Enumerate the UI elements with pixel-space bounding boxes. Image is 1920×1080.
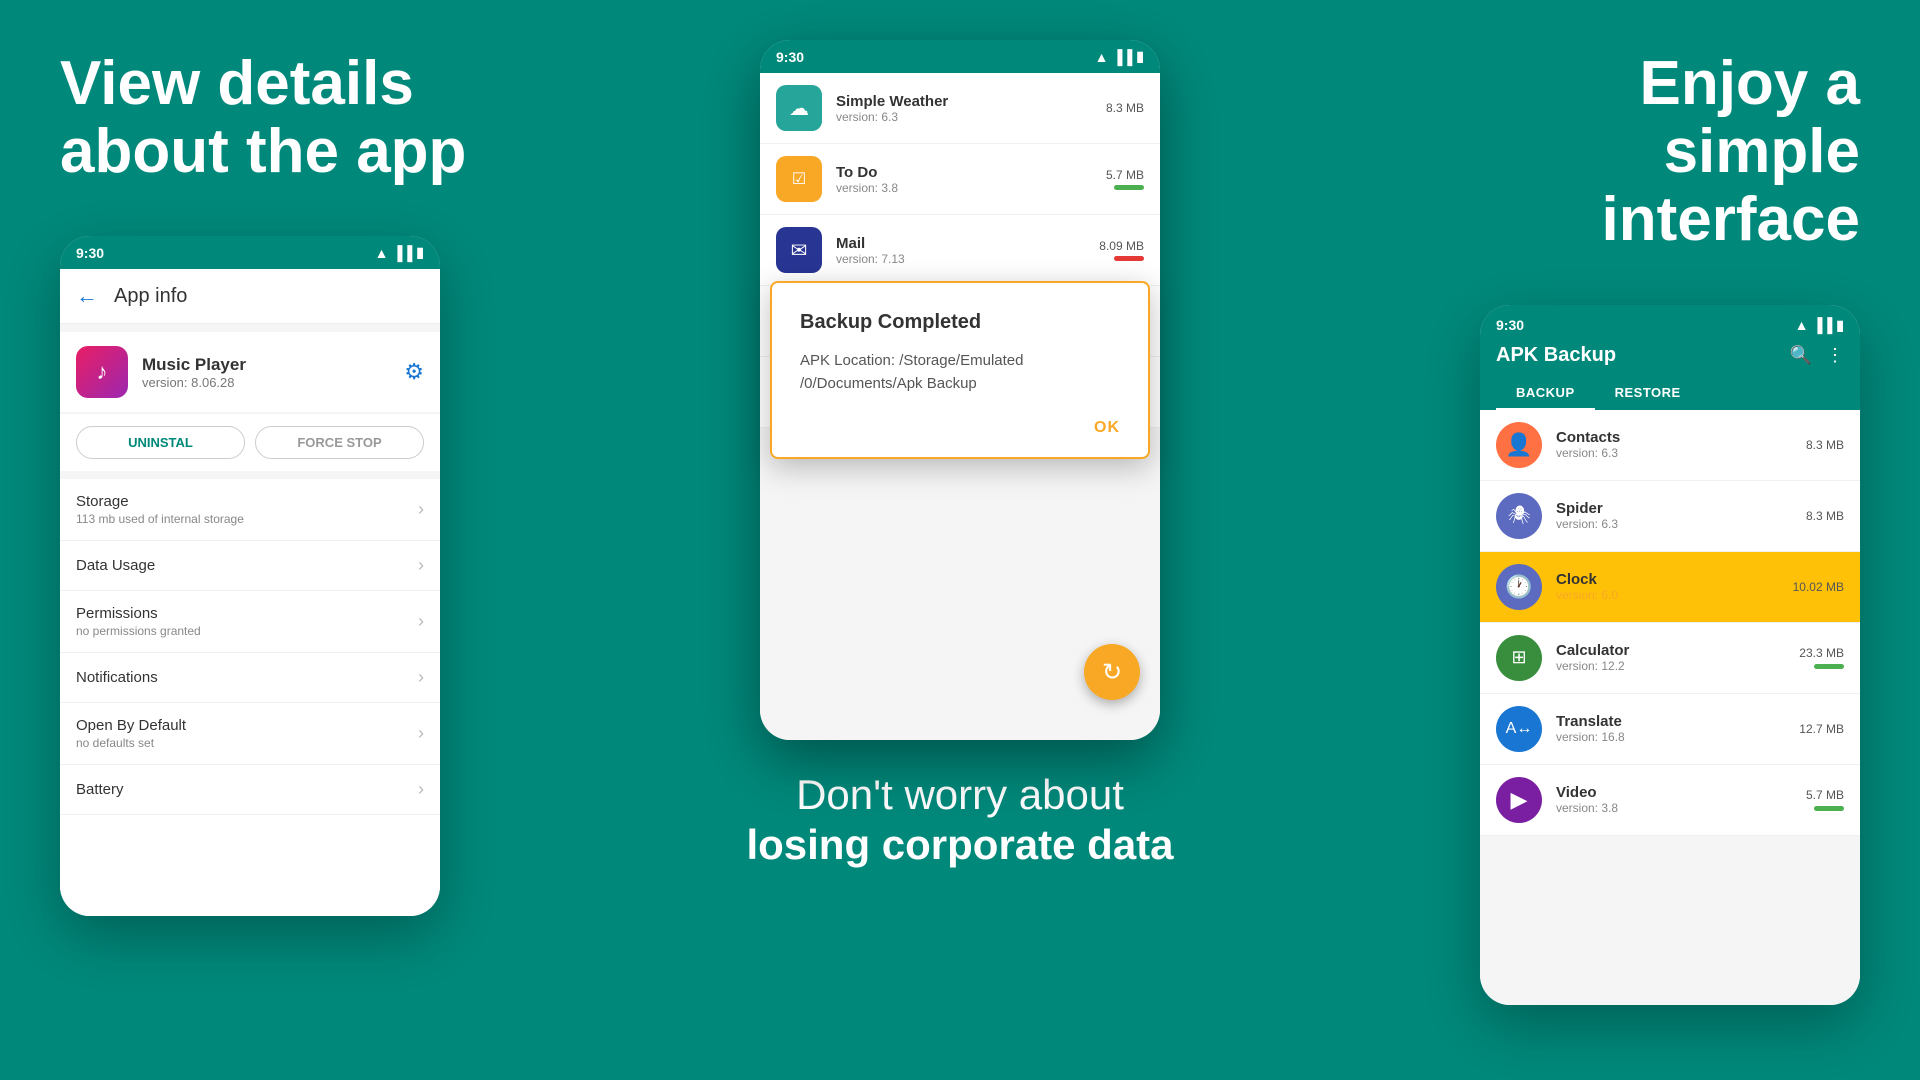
app-info-title: App info <box>114 285 187 308</box>
right-phone-header: 9:30 ▲ ▐▐ ▮ APK Backup 🔍 ⋮ BACKUP RESTOR… <box>1480 305 1860 410</box>
signal-icon-right: ▐▐ <box>1812 317 1832 333</box>
battery-icon-right: ▮ <box>1836 317 1844 334</box>
list-item[interactable]: A↔ Translate version: 16.8 12.7 MB <box>1480 694 1860 765</box>
fab-button[interactable]: ↻ <box>1084 644 1140 700</box>
dialog-message: APK Location: /Storage/Emulated /0/Docum… <box>800 350 1120 395</box>
uninstall-button[interactable]: UNINSTAL <box>76 426 245 459</box>
list-item[interactable]: ☑ To Do version: 3.8 5.7 MB <box>760 144 1160 215</box>
status-bar-right: 9:30 ▲ ▐▐ ▮ <box>1496 313 1844 338</box>
list-item[interactable]: 👤 Contacts version: 6.3 8.3 MB <box>1480 410 1860 481</box>
settings-list: Storage 113 mb used of internal storage … <box>60 479 440 916</box>
chevron-right-icon: › <box>418 723 424 744</box>
todo-icon: ☑ <box>776 156 822 202</box>
phone-mockup-left: 9:30 ▲ ▐▐ ▮ ← App info ♪ Music Player ve… <box>60 236 440 916</box>
tab-restore[interactable]: RESTORE <box>1595 377 1701 410</box>
battery-icon: ▮ <box>416 244 424 261</box>
app-name-text: Music Player <box>142 355 390 375</box>
settings-item-permissions[interactable]: Permissions no permissions granted › <box>60 591 440 653</box>
app-name-block: Music Player version: 8.06.28 <box>142 355 390 390</box>
search-icon[interactable]: 🔍 <box>1790 345 1812 366</box>
calculator-icon: ⊞ <box>1496 635 1542 681</box>
back-arrow[interactable]: ← <box>76 283 98 309</box>
chevron-right-icon: › <box>418 499 424 520</box>
settings-item-data-usage[interactable]: Data Usage › <box>60 541 440 591</box>
left-headline: View details about the app <box>60 50 520 186</box>
signal-icon: ▐▐ <box>392 245 412 261</box>
battery-icon-center: ▮ <box>1136 48 1144 65</box>
app-version-text: version: 8.06.28 <box>142 375 390 390</box>
force-stop-button[interactable]: FORCE STOP <box>255 426 424 459</box>
right-headline: Enjoy a simple interface <box>1400 50 1860 255</box>
center-section: 9:30 ▲ ▐▐ ▮ ☁ Simple Weather version: 6.… <box>560 0 1360 1080</box>
list-item[interactable]: ☁ Simple Weather version: 6.3 8.3 MB <box>760 73 1160 144</box>
size-bar <box>1814 664 1844 669</box>
size-bar <box>1814 806 1844 811</box>
status-time-center: 9:30 <box>776 49 804 65</box>
tab-backup[interactable]: BACKUP <box>1496 377 1595 410</box>
action-buttons: UNINSTAL FORCE STOP <box>60 414 440 471</box>
clock-icon: 🕐 <box>1496 564 1542 610</box>
wifi-icon: ▲ <box>375 245 389 261</box>
status-icons-left: ▲ ▐▐ ▮ <box>375 244 424 261</box>
apk-backup-title: APK Backup <box>1496 344 1616 367</box>
list-item[interactable]: ▶ Video version: 3.8 5.7 MB <box>1480 765 1860 836</box>
contacts-icon: 👤 <box>1496 422 1542 468</box>
video-icon: ▶ <box>1496 777 1542 823</box>
wifi-icon-center: ▲ <box>1095 49 1109 65</box>
phone-content-left: ← App info ♪ Music Player version: 8.06.… <box>60 269 440 916</box>
right-app-list: 👤 Contacts version: 6.3 8.3 MB 🕷 Spider … <box>1480 410 1860 1005</box>
list-item-selected[interactable]: 🕐 Clock version: 6.0 10.02 MB <box>1480 552 1860 623</box>
backup-completed-dialog[interactable]: Backup Completed APK Location: /Storage/… <box>770 281 1150 459</box>
status-bar-left: 9:30 ▲ ▐▐ ▮ <box>60 236 440 269</box>
wifi-icon-right: ▲ <box>1795 317 1809 333</box>
status-bar-center: 9:30 ▲ ▐▐ ▮ <box>760 40 1160 73</box>
mail-icon: ✉ <box>776 227 822 273</box>
chevron-right-icon: › <box>418 779 424 800</box>
weather-icon: ☁ <box>776 85 822 131</box>
translate-icon: A↔ <box>1496 706 1542 752</box>
size-bar <box>1114 185 1144 190</box>
signal-icon-center: ▐▐ <box>1112 49 1132 65</box>
status-time-left: 9:30 <box>76 245 104 261</box>
list-item[interactable]: 🕷 Spider version: 6.3 8.3 MB <box>1480 481 1860 552</box>
right-title-bar: APK Backup 🔍 ⋮ <box>1496 338 1844 377</box>
left-section: View details about the app 9:30 ▲ ▐▐ ▮ ←… <box>0 0 560 1080</box>
right-section: Enjoy a simple interface 9:30 ▲ ▐▐ ▮ APK… <box>1360 0 1920 1080</box>
chevron-right-icon: › <box>418 667 424 688</box>
backup-restore-tabs: BACKUP RESTORE <box>1496 377 1844 410</box>
size-bar <box>1114 256 1144 261</box>
settings-item-storage[interactable]: Storage 113 mb used of internal storage … <box>60 479 440 541</box>
list-item[interactable]: ⊞ Calculator version: 12.2 23.3 MB <box>1480 623 1860 694</box>
chevron-right-icon: › <box>418 611 424 632</box>
settings-item-notifications[interactable]: Notifications › <box>60 653 440 703</box>
app-detail-row: ♪ Music Player version: 8.06.28 ⚙ <box>60 332 440 412</box>
center-phone-wrapper: 9:30 ▲ ▐▐ ▮ ☁ Simple Weather version: 6.… <box>760 20 1160 740</box>
more-options-icon[interactable]: ⋮ <box>1826 345 1844 366</box>
center-bottom-text: Don't worry about losing corporate data <box>746 770 1173 871</box>
chevron-right-icon: › <box>418 555 424 576</box>
phone-mockup-right: 9:30 ▲ ▐▐ ▮ APK Backup 🔍 ⋮ BACKUP RESTOR… <box>1480 305 1860 1005</box>
action-icons: 🔍 ⋮ <box>1790 345 1844 366</box>
music-player-icon: ♪ <box>76 346 128 398</box>
dialog-ok-button[interactable]: OK <box>800 419 1120 437</box>
status-time-right: 9:30 <box>1496 317 1524 333</box>
list-item[interactable]: ✉ Mail version: 7.13 8.09 MB <box>760 215 1160 286</box>
settings-item-open-by-default[interactable]: Open By Default no defaults set › <box>60 703 440 765</box>
settings-item-battery[interactable]: Battery › <box>60 765 440 815</box>
dialog-title: Backup Completed <box>800 311 1120 334</box>
spider-icon: 🕷 <box>1496 493 1542 539</box>
gear-icon[interactable]: ⚙ <box>404 359 424 385</box>
app-info-header: ← App info <box>60 269 440 324</box>
